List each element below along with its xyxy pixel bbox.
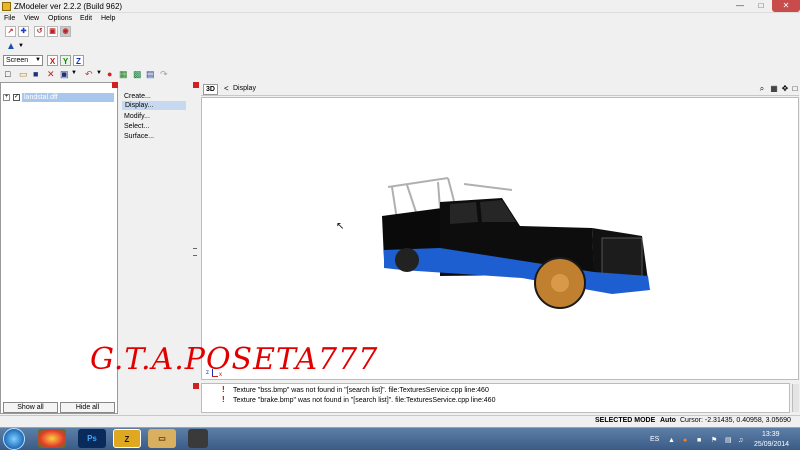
warning-icon: ! [222,385,225,394]
select-tool-icon[interactable]: ↗ [5,26,16,37]
minimize-icon[interactable]: — [730,0,750,12]
zoom-icon[interactable]: ⌕ [758,85,766,93]
viewport-header [201,82,799,96]
close-icon[interactable]: ✕ [772,0,800,12]
expand-icon[interactable]: + [3,94,10,101]
toolbar-row-4: □ ▭ ■ ✕ ▣ ▼ ↶ ▼ ● ▦ ▩ ▤ ↷ [0,69,180,82]
explorer-icon[interactable]: ▭ [148,429,176,448]
scale-tool-icon[interactable]: ▣ [47,26,58,37]
log-line: Texture "bss.bmp" was not found in "[sea… [233,387,489,394]
import-icon[interactable]: ▣ [60,69,69,80]
clock-time[interactable]: 13:39 [762,431,780,438]
watermark-text: G.T.A.POSETA777 [90,342,379,377]
tray-app-icon[interactable]: ● [683,437,690,444]
viewport-mode-button[interactable]: 3D [203,84,218,95]
window-title: ZModeler ver 2.2.2 (Build 962) [14,2,123,11]
clock-date[interactable]: 25/09/2014 [754,441,789,448]
axis-x-toggle[interactable]: X [47,55,58,66]
tray-arrow-icon[interactable]: ▲ [668,437,675,444]
title-bar: ZModeler ver 2.2.2 (Build 962) — □ ✕ [0,0,800,13]
view-mode-value: Screen [6,57,29,64]
close-icon[interactable] [193,383,199,389]
close-icon[interactable] [112,82,118,88]
command-display[interactable]: Display... [122,101,186,110]
truck-model [382,177,650,309]
mouse-cursor-icon: ↖ [336,221,345,232]
brush-icon[interactable]: ▲ [6,41,16,52]
tree-item-label: landstal.dff [22,93,114,102]
panel-splitter[interactable] [193,248,197,256]
zmodeler-icon[interactable]: Z [113,429,141,448]
language-indicator[interactable]: ES [650,436,659,443]
axis-z-toggle[interactable]: Z [73,55,84,66]
log-line: Texture "brake.bmp" was not found in "[s… [233,397,496,404]
visibility-checkbox[interactable]: ✓ [13,94,20,101]
log-scrollbar[interactable] [792,384,799,412]
texture-icon[interactable]: ▦ [119,69,128,80]
toolbar-row-2: ▲ ▼ [0,41,40,54]
close-icon[interactable] [193,82,199,88]
undo-icon[interactable]: ↶ [85,69,93,80]
chevron-down-icon[interactable]: ▼ [18,43,24,49]
game-icon[interactable] [188,429,208,448]
rotate-tool-icon[interactable]: ↺ [34,26,45,37]
menu-view[interactable]: View [24,13,39,24]
chrome-icon[interactable] [38,429,66,448]
move-tool-icon[interactable]: ✚ [18,26,29,37]
menu-options[interactable]: Options [48,13,72,24]
viewport-title: Display [233,85,256,92]
menu-file[interactable]: File [4,13,15,24]
maximize-icon[interactable]: □ [751,0,771,12]
lock-tool-icon[interactable]: ◉ [60,26,71,37]
image-icon[interactable]: ▩ [133,69,142,80]
record-icon[interactable]: ● [107,69,112,79]
front-window [480,200,516,222]
chevron-down-icon: ▼ [35,57,41,63]
maximize-viewport-icon[interactable]: □ [791,85,799,93]
cursor-coordinates: Cursor: -2.31435, 0.40958, 3.05690 [680,417,791,424]
app-icon [2,2,11,11]
network-icon[interactable]: ▤ [725,437,732,444]
start-button[interactable] [3,428,25,450]
command-modify[interactable]: Modify... [124,112,150,121]
command-select[interactable]: Select... [124,122,149,131]
document-icon[interactable]: ▤ [146,69,155,80]
chevron-down-icon[interactable]: ▼ [71,70,77,76]
redo-icon[interactable]: ↷ [160,69,168,80]
pan-icon[interactable]: ✥ [781,85,789,93]
new-file-icon[interactable]: □ [5,69,10,79]
rear-wheel [395,248,419,272]
hide-all-button[interactable]: Hide all [60,402,115,413]
3d-viewport[interactable]: ↖ [201,97,799,380]
delete-icon[interactable]: ✕ [47,69,55,80]
flag-icon[interactable]: ⚑ [711,437,718,444]
toolbar-row-1: ↗ ✚ ↺ ▣ ◉ [0,26,120,39]
show-all-button[interactable]: Show all [3,402,58,413]
selection-mode-indicator: SELECTED MODE [595,417,656,424]
grid-icon[interactable]: ▦ [770,85,778,93]
save-icon[interactable]: ■ [33,69,38,79]
axis-y-toggle[interactable]: Y [60,55,71,66]
rear-window [450,202,478,224]
warning-icon: ! [222,395,225,404]
menu-help[interactable]: Help [101,13,115,24]
view-mode-select[interactable]: Screen ▼ [3,55,43,66]
auto-indicator: Auto [660,417,676,424]
menu-edit[interactable]: Edit [80,13,92,24]
photoshop-icon[interactable]: Ps [78,429,106,448]
chevron-down-icon[interactable]: ▼ [96,70,102,76]
menu-bar: File View Options Edit Help [0,13,800,24]
viewport-nav-back[interactable]: < [224,84,229,93]
grille [601,237,643,279]
command-surface[interactable]: Surface... [124,132,154,141]
command-create[interactable]: Create... [124,92,151,101]
volume-icon[interactable]: ♫ [738,437,745,444]
tray-app-icon-2[interactable]: ■ [697,437,704,444]
wheel-hub [551,274,569,292]
open-folder-icon[interactable]: ▭ [19,69,28,80]
